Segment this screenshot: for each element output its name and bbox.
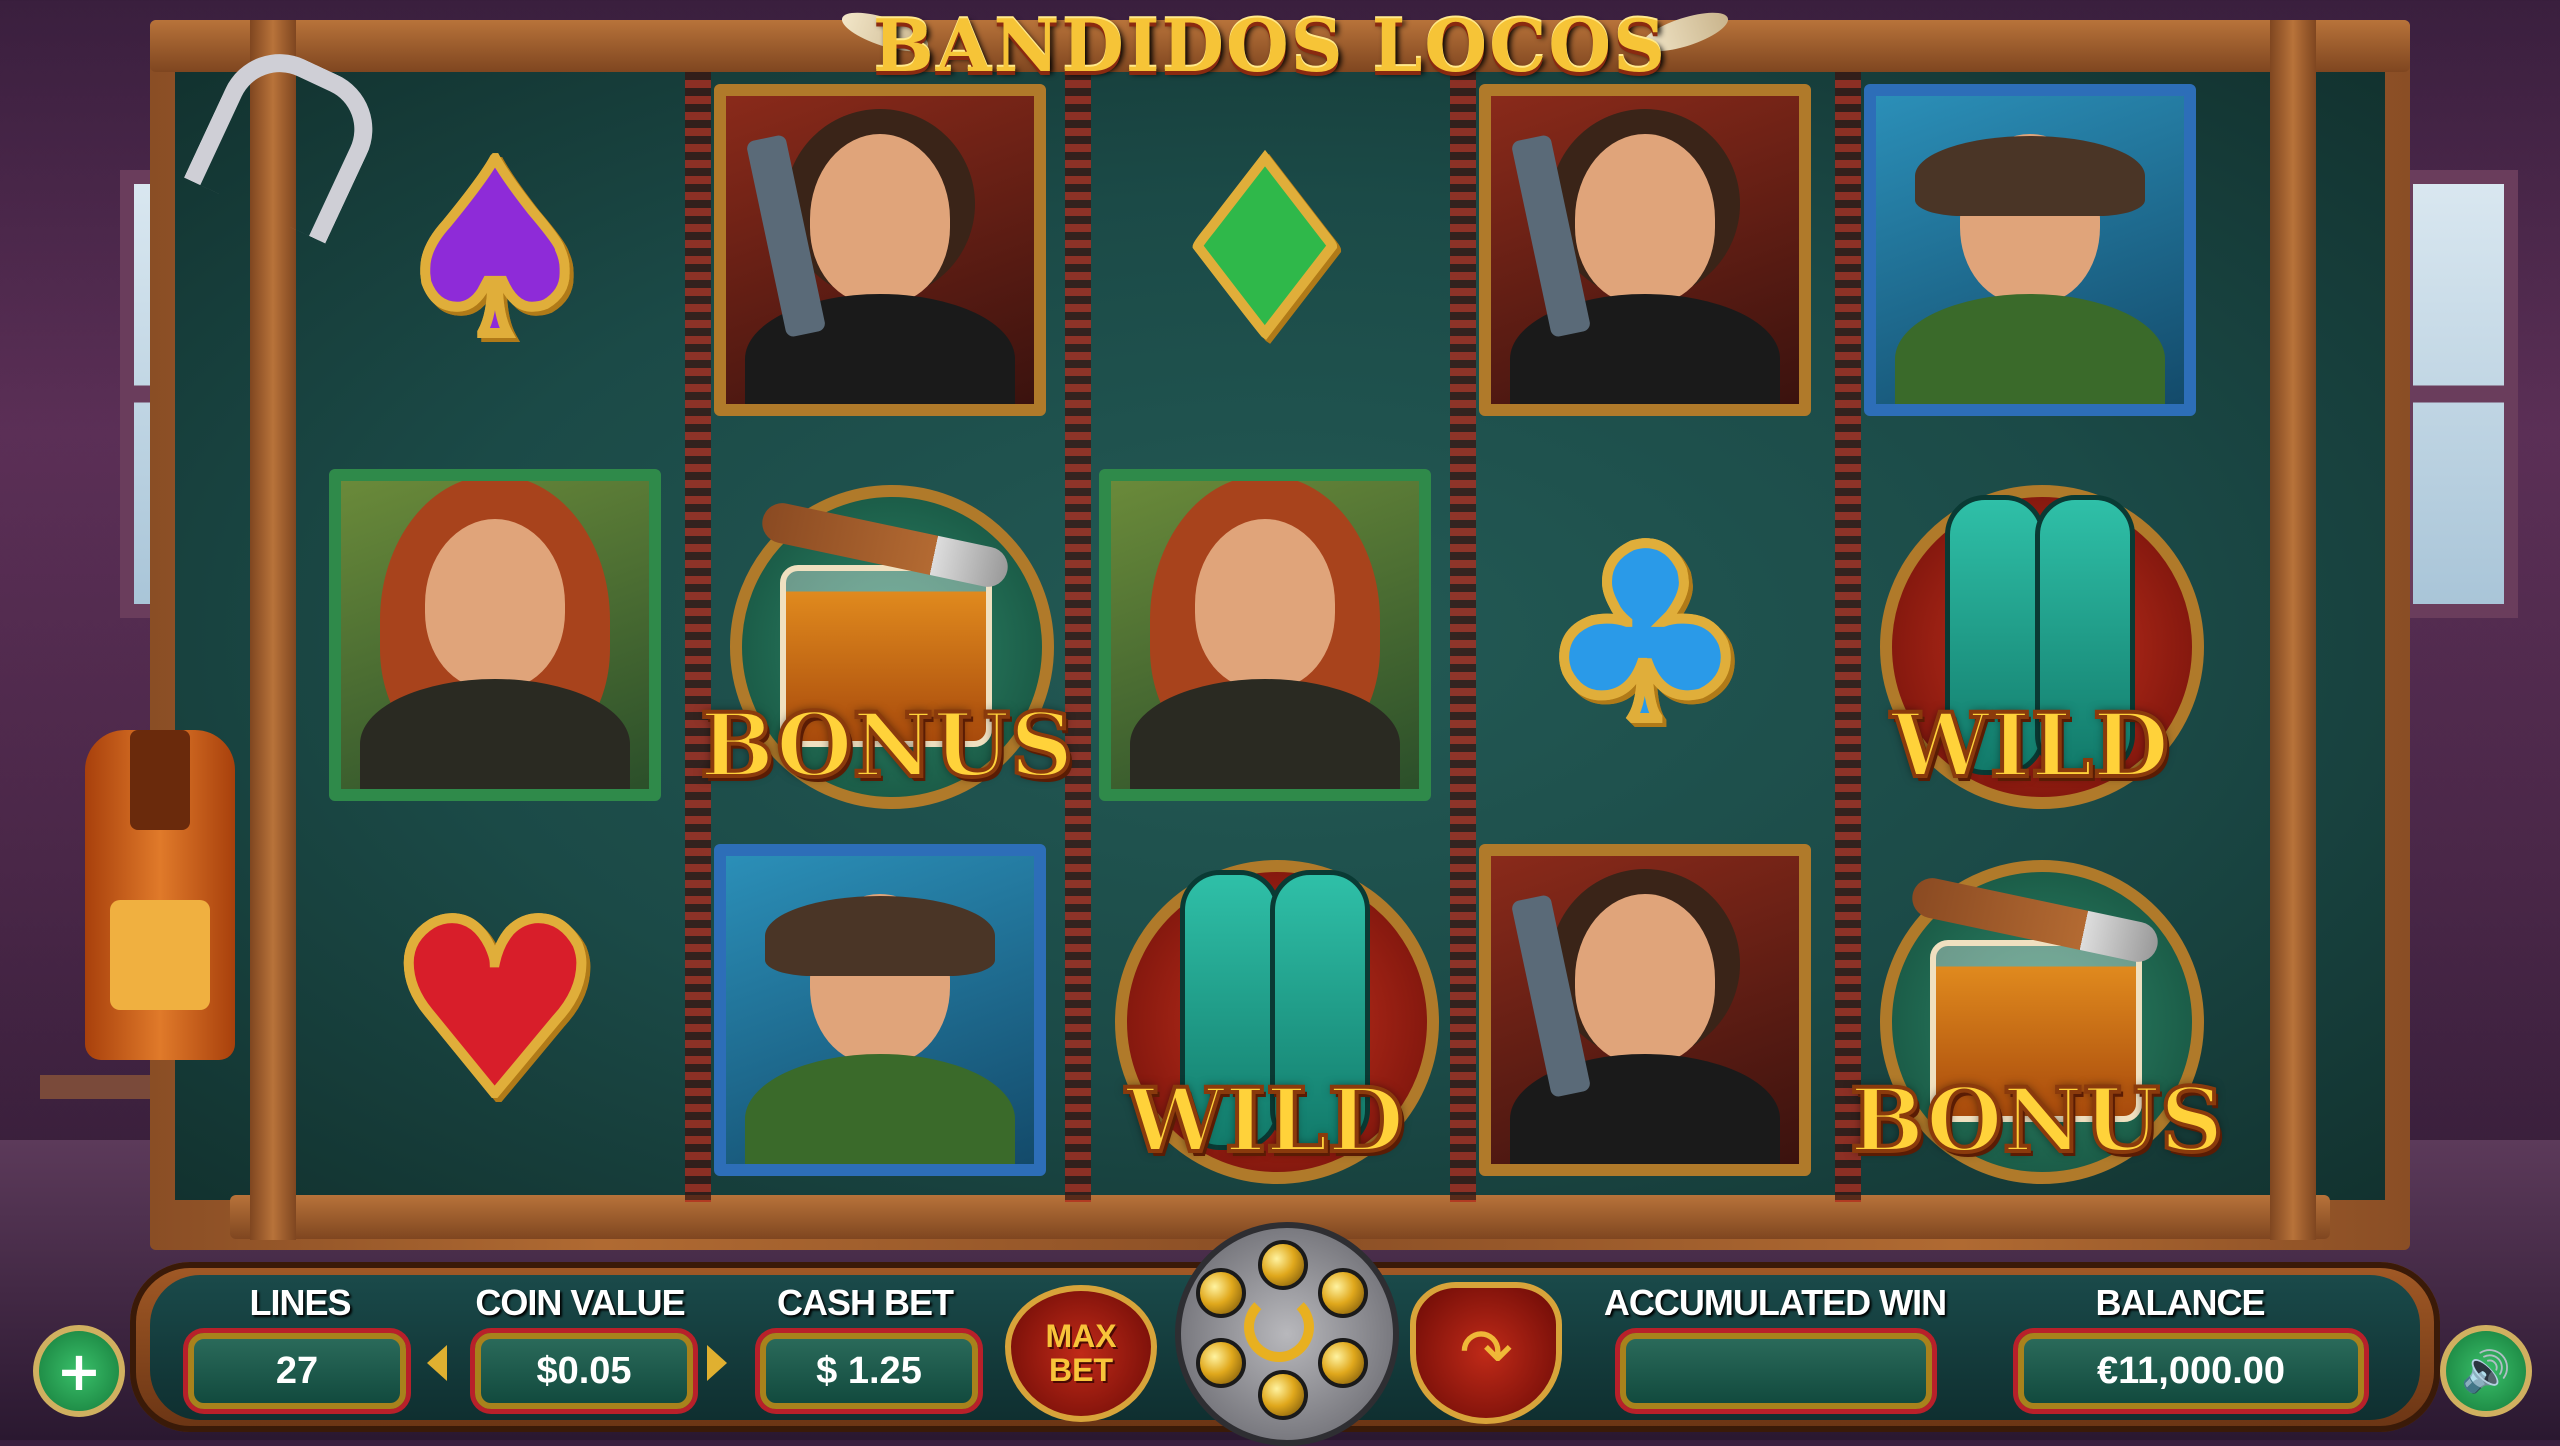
reel-cell-r3-c3-wild: WILD <box>1085 830 1445 1190</box>
reel-cell-r2-c3-lady <box>1085 455 1445 815</box>
chamber-icon <box>1318 1268 1368 1318</box>
sound-button[interactable]: 🔊 <box>2440 1325 2532 1417</box>
gunslinger-portrait <box>1479 84 1811 416</box>
diamond-icon: ♦ <box>1152 110 1377 390</box>
reel-cell-r3-c4-gunslinger <box>1465 830 1825 1190</box>
coin-value-label: COIN VALUE <box>475 1282 685 1323</box>
smoker-portrait <box>714 844 1046 1176</box>
reel-cell-r3-c1-heart: ♥ <box>315 830 675 1190</box>
balance-label: BALANCE <box>2095 1282 2266 1323</box>
gunslinger-portrait <box>1479 844 1811 1176</box>
lady-portrait <box>1099 469 1431 801</box>
add-button[interactable]: + <box>33 1325 125 1417</box>
reel-cell-r2-c4-club: ♣ <box>1465 455 1825 815</box>
speaker-icon: 🔊 <box>2461 1348 2511 1395</box>
fedora-icon <box>1915 136 2145 217</box>
accumulated-win-label: ACCUMULATED WIN <box>1603 1282 1947 1323</box>
coin-value-display: $0.05 <box>475 1333 693 1409</box>
fedora-icon <box>765 896 995 977</box>
plus-icon: + <box>56 1339 102 1403</box>
chamber-icon <box>1318 1338 1368 1388</box>
reel-cell-r2-c5-wild: WILD <box>1850 455 2210 815</box>
bottle-neck <box>130 730 190 830</box>
spade-icon: ♠ <box>382 110 607 390</box>
bonus-label: BONUS <box>698 691 1075 799</box>
max-bet-label-line2: BET <box>1049 1351 1113 1388</box>
max-bet-label-line1: MAX <box>1045 1317 1117 1354</box>
wild-label: WILD <box>1889 691 2171 799</box>
reel-cell-r1-c2-gunslinger <box>700 70 1060 430</box>
reel-cell-r2-c1-lady <box>315 455 675 815</box>
reel-cell-r3-c5-bonus: BONUS <box>1848 830 2225 1190</box>
coin-value-increase-button[interactable] <box>707 1345 727 1381</box>
reel-cell-r1-c4-gunslinger <box>1465 70 1825 430</box>
bottle-label <box>110 900 210 1010</box>
accumulated-win-display <box>1620 1333 1932 1409</box>
autoplay-arrow-icon: ↷ <box>1459 1316 1513 1390</box>
club-icon: ♣ <box>1532 495 1757 775</box>
autoplay-button[interactable]: ↷ <box>1410 1282 1562 1424</box>
reel-cell-r1-c1-spade: ♠ <box>315 70 675 430</box>
lines-label: LINES <box>249 1282 351 1323</box>
reel-cell-r3-c2-smoker <box>700 830 1060 1190</box>
cash-bet-label: CASH BET <box>776 1282 954 1323</box>
coin-value-decrease-button[interactable] <box>427 1345 447 1381</box>
reel-cell-r2-c2-bonus: BONUS <box>698 455 1075 815</box>
bonus-label: BONUS <box>1848 1066 2225 1174</box>
lady-portrait <box>329 469 661 801</box>
frame-post-right <box>2270 20 2316 1240</box>
reel-cell-r1-c3-diamond: ♦ <box>1085 70 1445 430</box>
balance-display: €11,000.00 <box>2018 1333 2364 1409</box>
chamber-icon <box>1258 1240 1308 1290</box>
heart-icon: ♥ <box>382 870 607 1150</box>
chamber-icon <box>1196 1338 1246 1388</box>
chamber-icon <box>1196 1268 1246 1318</box>
wild-label: WILD <box>1124 1066 1406 1174</box>
reel-cell-r1-c5-smoker <box>1850 70 2210 430</box>
smoker-portrait <box>1864 84 2196 416</box>
chamber-icon <box>1258 1370 1308 1420</box>
gunslinger-portrait <box>714 84 1046 416</box>
spin-arrows-icon <box>1244 1292 1314 1362</box>
lines-value: 27 <box>188 1333 406 1409</box>
cash-bet-display: $ 1.25 <box>760 1333 978 1409</box>
